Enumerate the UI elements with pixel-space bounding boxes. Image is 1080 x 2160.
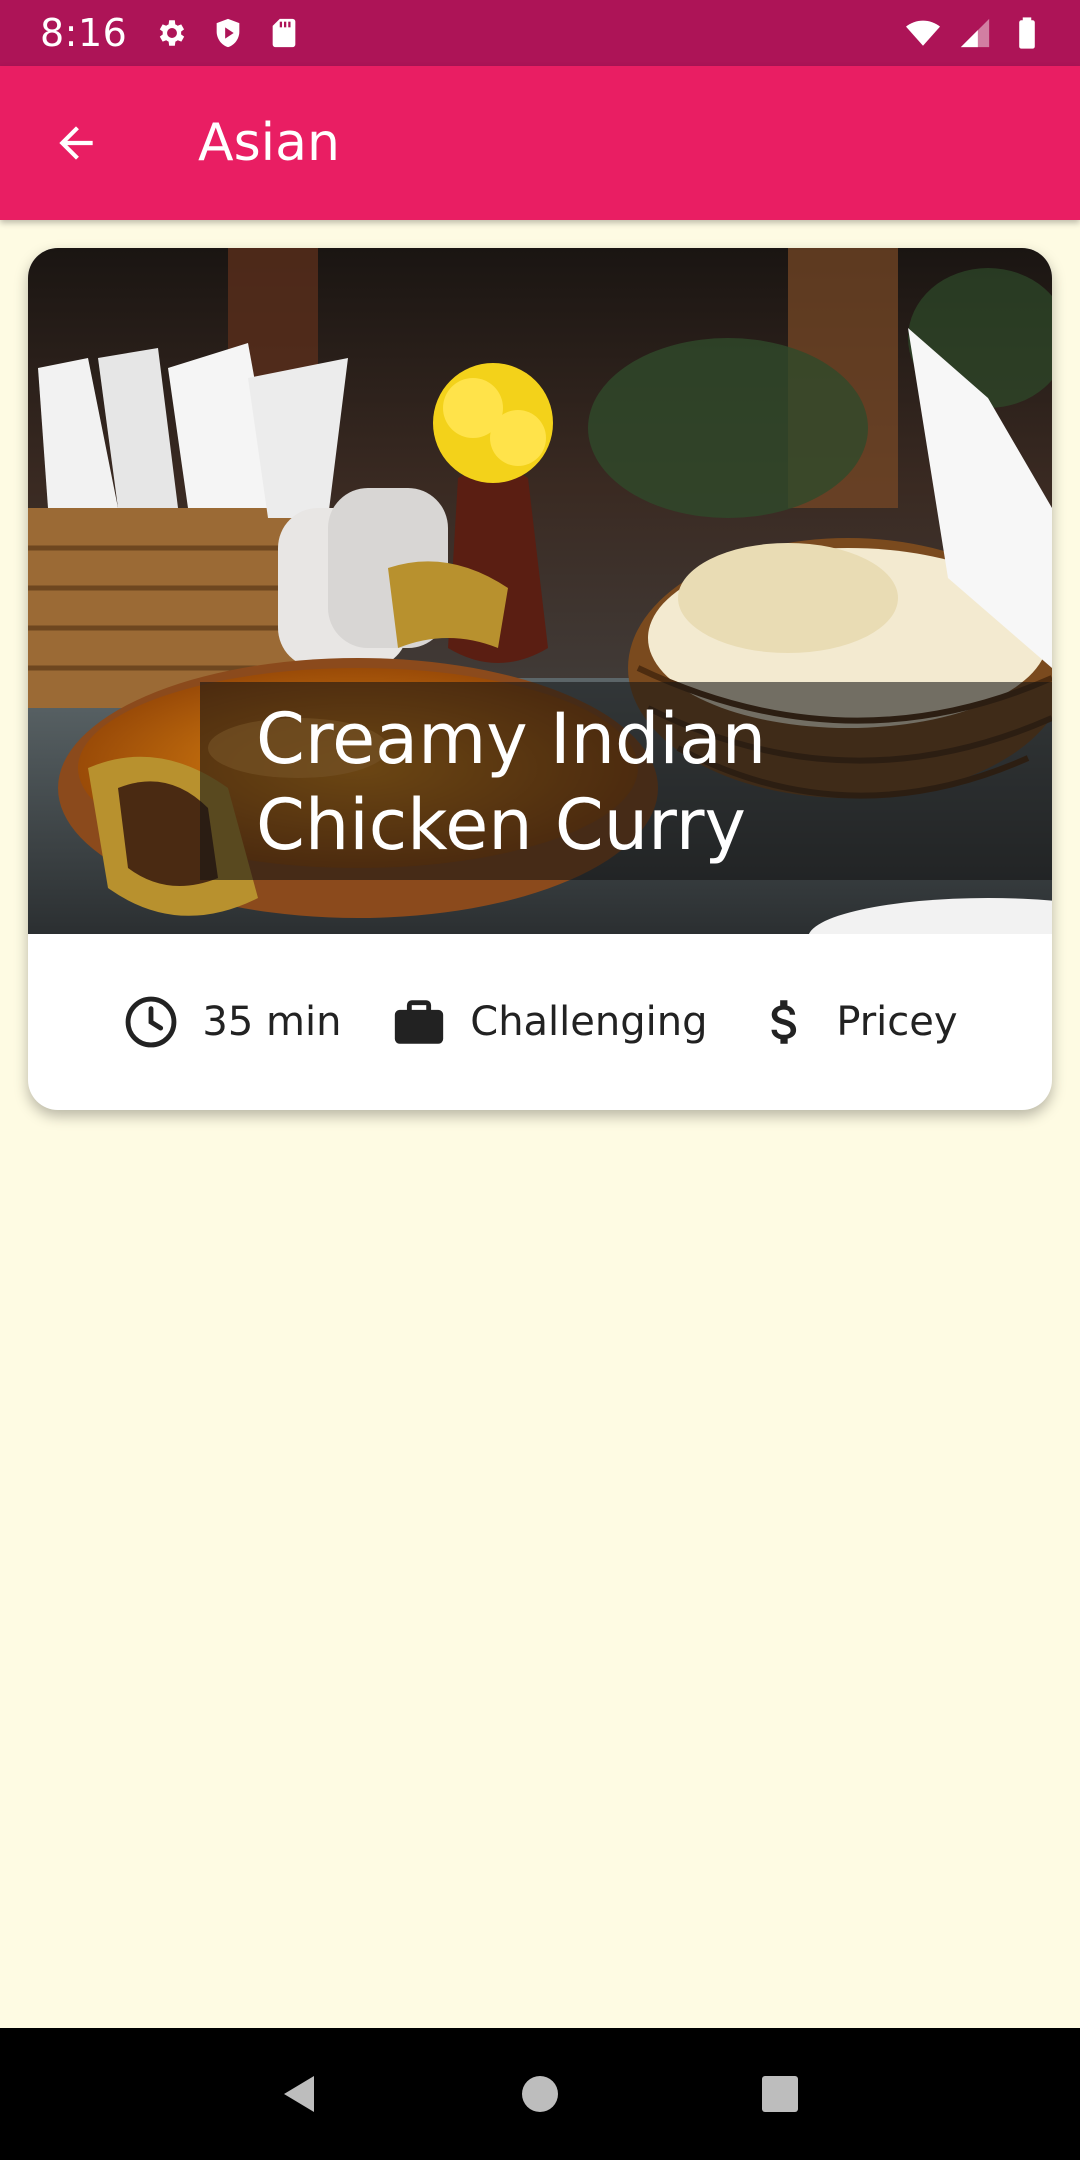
clock-icon xyxy=(122,993,180,1051)
sd-card-icon xyxy=(267,16,301,50)
duration-item: 35 min xyxy=(122,993,341,1051)
affordability-label: Pricey xyxy=(836,999,958,1045)
complexity-item: Challenging xyxy=(390,993,708,1051)
recents-square-icon xyxy=(756,2070,804,2118)
nav-back-button[interactable] xyxy=(260,2054,340,2134)
status-time: 8:16 xyxy=(40,11,128,55)
status-bar: 8:16 xyxy=(0,0,1080,66)
recipe-card[interactable]: Creamy Indian Chicken Curry 35 min Chall… xyxy=(28,248,1052,1110)
affordability-item: Pricey xyxy=(756,993,958,1051)
status-left: 8:16 xyxy=(40,11,301,55)
app-bar: Asian xyxy=(0,66,1080,220)
recipe-title: Creamy Indian Chicken Curry xyxy=(256,698,767,866)
recipe-title-overlay: Creamy Indian Chicken Curry xyxy=(200,682,1052,880)
battery-icon xyxy=(1010,16,1044,50)
nav-recents-button[interactable] xyxy=(740,2054,820,2134)
settings-icon xyxy=(155,16,189,50)
duration-label: 35 min xyxy=(202,999,342,1045)
briefcase-icon xyxy=(390,993,448,1051)
status-right xyxy=(906,16,1044,50)
shield-icon xyxy=(211,16,245,50)
nav-home-button[interactable] xyxy=(500,2054,580,2134)
recipe-meta-row: 35 min Challenging Pricey xyxy=(28,934,1052,1110)
arrow-back-icon xyxy=(51,118,101,168)
complexity-label: Challenging xyxy=(470,999,708,1045)
status-icons-left xyxy=(155,16,301,50)
cellular-signal-icon xyxy=(958,16,992,50)
dollar-icon xyxy=(756,993,814,1051)
back-triangle-icon xyxy=(276,2070,324,2118)
page-title: Asian xyxy=(198,113,340,173)
wifi-icon xyxy=(906,16,940,50)
back-button[interactable] xyxy=(36,103,116,183)
system-nav-bar xyxy=(0,2028,1080,2160)
home-circle-icon xyxy=(516,2070,564,2118)
recipe-image: Creamy Indian Chicken Curry xyxy=(28,248,1052,934)
